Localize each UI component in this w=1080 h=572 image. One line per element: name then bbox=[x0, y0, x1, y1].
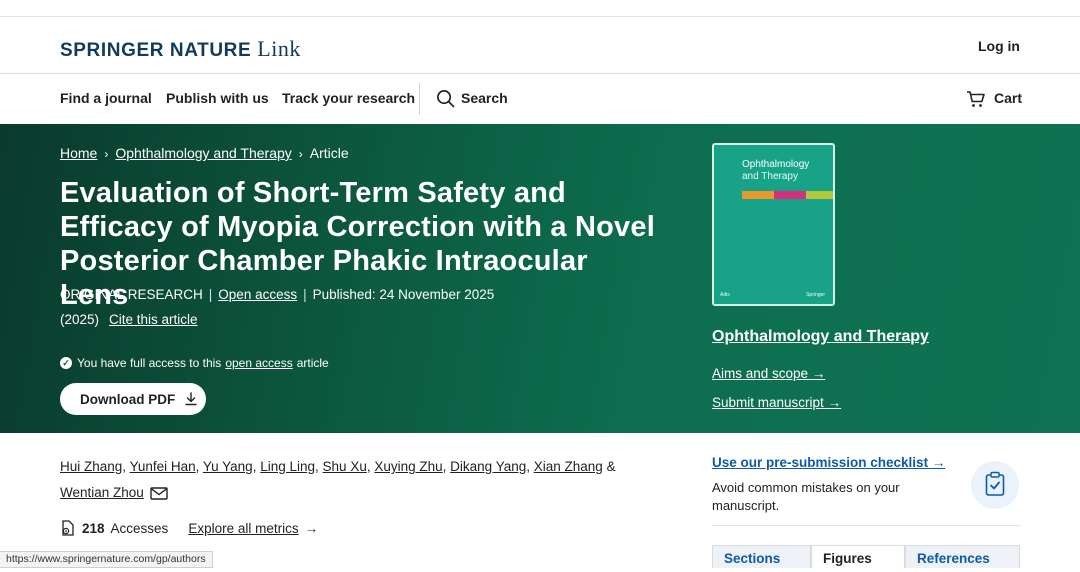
breadcrumb-current: Article bbox=[309, 145, 349, 161]
author-link[interactable]: Yu Yang bbox=[203, 459, 253, 474]
cover-publisher-right: Springer bbox=[806, 292, 825, 298]
checklist-link-label: Use our pre-submission checklist bbox=[712, 455, 929, 470]
access-suffix: article bbox=[296, 356, 329, 370]
author-link[interactable]: Xian Zhang bbox=[534, 459, 603, 474]
access-notice: ✓ You have full access to this open acces… bbox=[60, 356, 329, 370]
nav-cart[interactable]: Cart bbox=[994, 90, 1022, 106]
cite-article-link[interactable]: Cite this article bbox=[109, 312, 198, 327]
meta-separator: | bbox=[303, 287, 307, 302]
article-year: (2025) bbox=[60, 312, 100, 327]
download-icon bbox=[185, 392, 197, 406]
chevron-right-icon: › bbox=[104, 147, 109, 161]
author-link[interactable]: Ling Ling bbox=[260, 459, 315, 474]
clipboard-check-icon bbox=[985, 471, 1005, 496]
logo-suffix: Link bbox=[257, 36, 301, 61]
open-access-link[interactable]: Open access bbox=[218, 287, 297, 302]
author-link[interactable]: Yunfei Han bbox=[130, 459, 196, 474]
nav-divider bbox=[419, 83, 420, 115]
file-view-icon bbox=[62, 520, 74, 536]
download-pdf-label: Download PDF bbox=[80, 391, 176, 407]
meta-separator: | bbox=[208, 287, 213, 302]
arrow-right-icon: → bbox=[827, 395, 842, 410]
aims-scope-link[interactable]: Aims and scope → bbox=[712, 366, 825, 381]
author-link[interactable]: Shu Xu bbox=[323, 459, 367, 474]
article-metrics: 218 Accesses Explore all metrics → bbox=[60, 520, 318, 537]
article-meta: ORIGINAL RESEARCH | Open access | Published:… bbox=[60, 287, 494, 302]
mail-icon[interactable] bbox=[150, 487, 168, 500]
author-link[interactable]: Hui Zhang bbox=[60, 459, 122, 474]
published-date: Published: 24 November 2025 bbox=[312, 287, 495, 302]
article-hero: Home › Ophthalmology and Therapy › Article E… bbox=[0, 124, 1080, 433]
browser-status-url: https://www.springernature.com/gp/author… bbox=[0, 551, 213, 568]
author-link[interactable]: Xuying Zhu bbox=[374, 459, 442, 474]
top-strip bbox=[0, 0, 1080, 17]
cover-title: Ophthalmology and Therapy bbox=[742, 159, 832, 183]
article-type: ORIGINAL RESEARCH bbox=[60, 287, 203, 302]
breadcrumb-journal[interactable]: Ophthalmology and Therapy bbox=[115, 145, 291, 161]
tab-references[interactable]: References bbox=[905, 545, 1020, 568]
nav-track-research[interactable]: Track your research bbox=[282, 90, 415, 106]
checklist-description: Avoid common mistakes on your manuscript… bbox=[712, 480, 900, 513]
arrow-right-icon: → bbox=[931, 455, 946, 470]
download-pdf-button[interactable]: Download PDF bbox=[60, 383, 206, 415]
arrow-right-icon: → bbox=[811, 366, 826, 381]
main-nav: Find a journal Publish with us Track you… bbox=[0, 74, 1080, 124]
presubmission-checklist-link[interactable]: Use our pre-submission checklist → bbox=[712, 455, 945, 470]
breadcrumb-home[interactable]: Home bbox=[60, 145, 97, 161]
cover-bar bbox=[742, 191, 774, 199]
nav-publish-with-us[interactable]: Publish with us bbox=[166, 90, 269, 106]
chevron-right-icon: › bbox=[298, 147, 303, 161]
login-link[interactable]: Log in bbox=[978, 38, 1020, 54]
arrow-right-icon: → bbox=[304, 521, 319, 536]
access-count: 218 bbox=[82, 521, 105, 536]
author-list: Hui Zhang, Yunfei Han, Yu Yang, Ling Lin… bbox=[60, 459, 616, 500]
logo-brand: SPRINGER NATURE bbox=[60, 40, 252, 61]
nav-find-journal[interactable]: Find a journal bbox=[60, 90, 152, 106]
journal-name-link[interactable]: Ophthalmology and Therapy bbox=[712, 328, 929, 346]
springer-nature-link-logo[interactable]: SPRINGER NATURE Link bbox=[60, 36, 301, 62]
cart-icon[interactable] bbox=[966, 89, 986, 109]
tab-figures[interactable]: Figures bbox=[811, 545, 905, 568]
cover-title-line2: and Therapy bbox=[742, 171, 798, 182]
author-link[interactable]: Wentian Zhou bbox=[60, 485, 144, 500]
explore-metrics-link[interactable]: Explore all metrics bbox=[188, 521, 298, 536]
nav-search[interactable]: Search bbox=[461, 90, 508, 106]
author-link[interactable]: Dikang Yang bbox=[450, 459, 526, 474]
access-open-access-link[interactable]: open access bbox=[225, 356, 292, 370]
submit-manuscript-link[interactable]: Submit manuscript → bbox=[712, 395, 841, 410]
article-meta-2: (2025) Cite this article bbox=[60, 312, 198, 327]
access-label: Accesses bbox=[110, 521, 169, 536]
breadcrumb: Home › Ophthalmology and Therapy › Article bbox=[60, 145, 349, 161]
sidebar-divider bbox=[712, 525, 1020, 526]
article-nav-tabs: Sections Figures References bbox=[712, 545, 1020, 568]
cover-bar bbox=[806, 191, 833, 199]
cover-publisher-left: Adis bbox=[720, 292, 730, 298]
tab-sections[interactable]: Sections bbox=[712, 545, 811, 568]
site-header: SPRINGER NATURE Link Log in bbox=[0, 17, 1080, 74]
cover-color-bars bbox=[742, 191, 833, 199]
search-icon[interactable] bbox=[436, 89, 455, 108]
access-prefix: You have full access to this bbox=[77, 356, 222, 370]
cover-title-line1: Ophthalmology bbox=[742, 159, 810, 170]
aims-scope-label: Aims and scope bbox=[712, 366, 809, 381]
check-circle-icon: ✓ bbox=[60, 357, 72, 369]
journal-cover[interactable]: Ophthalmology and Therapy Adis Springer bbox=[712, 143, 835, 306]
submit-manuscript-label: Submit manuscript bbox=[712, 395, 824, 410]
cover-bar bbox=[774, 191, 806, 199]
